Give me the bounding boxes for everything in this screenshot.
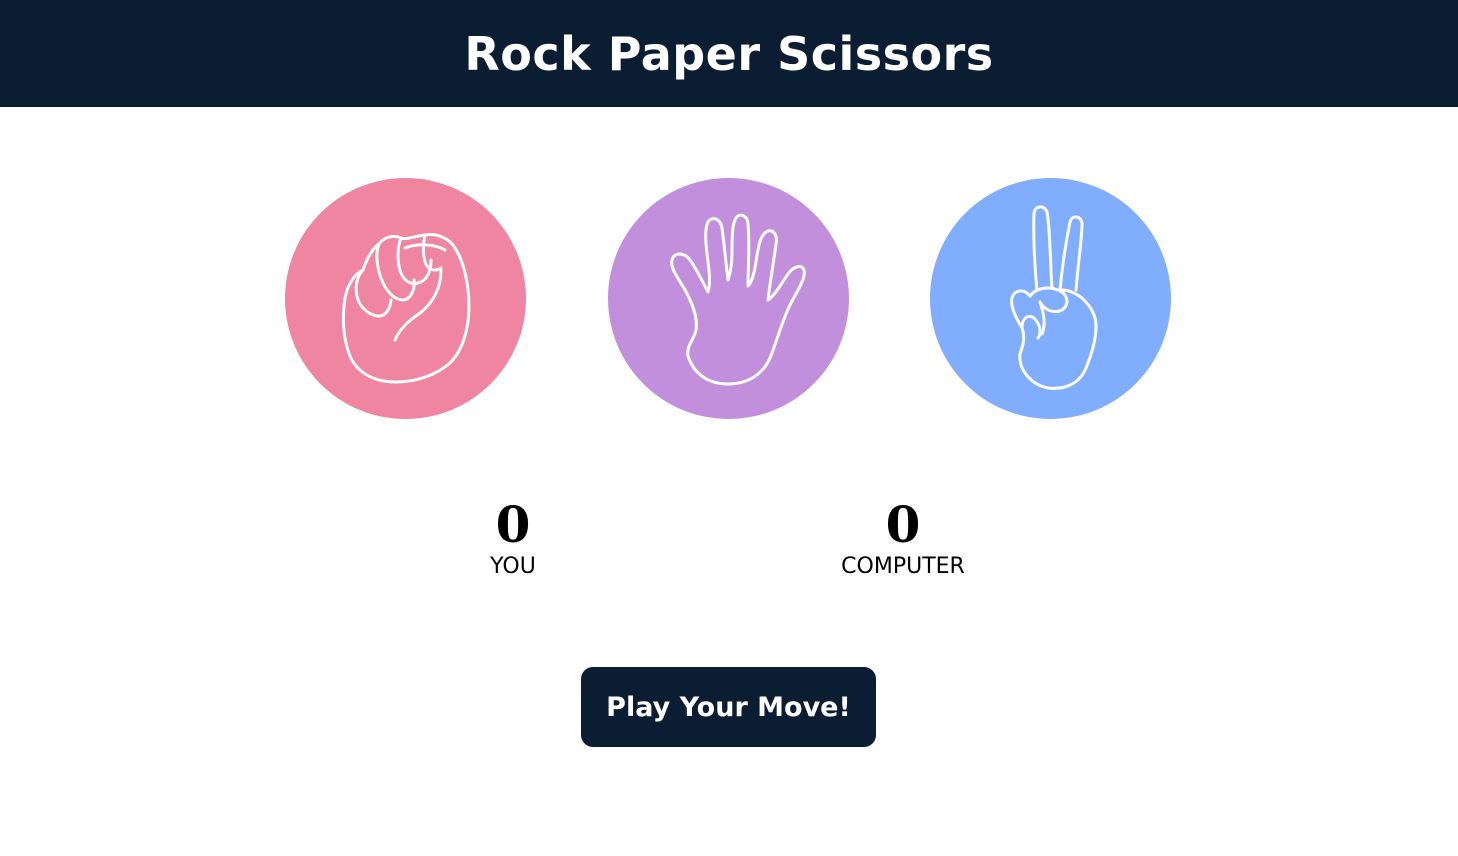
fist-icon: [285, 178, 526, 419]
player-score: 0 YOU: [393, 495, 633, 582]
scissors-choice-button[interactable]: [930, 178, 1171, 419]
page-header: Rock Paper Scissors: [0, 0, 1458, 107]
computer-score-label: COMPUTER: [841, 554, 965, 579]
peace-sign-hand-icon: [930, 178, 1171, 419]
rock-choice-button[interactable]: [285, 178, 526, 419]
open-hand-icon: [608, 178, 849, 419]
page-title: Rock Paper Scissors: [464, 26, 994, 81]
computer-score: 0 COMPUTER: [783, 495, 1023, 582]
computer-score-value: 0: [885, 495, 921, 554]
play-move-button[interactable]: Play Your Move!: [581, 667, 876, 747]
player-score-value: 0: [495, 495, 531, 554]
paper-choice-button[interactable]: [608, 178, 849, 419]
player-score-label: YOU: [490, 554, 536, 579]
